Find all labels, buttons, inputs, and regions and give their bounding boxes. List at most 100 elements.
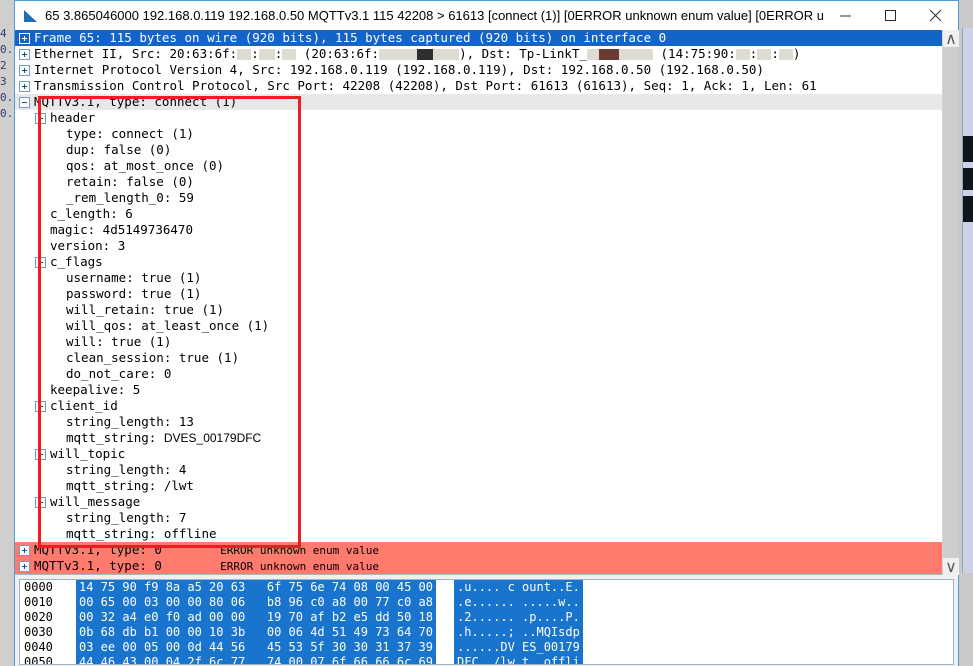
expand-icon[interactable] — [19, 48, 30, 60]
tree-row[interactable]: string_length: 13 — [15, 414, 942, 430]
title-bar[interactable]: 65 3.865046000 192.168.0.119 192.168.0.5… — [15, 1, 958, 31]
hex-gap — [436, 610, 454, 625]
redacted-mac-block — [587, 49, 599, 60]
tree-row-label: type: connect (1) — [66, 126, 194, 141]
collapse-icon[interactable] — [35, 112, 46, 124]
error-row-label: MQTTv3.1, type: 0 — [34, 557, 162, 573]
tree-row-label: retain: false (0) — [66, 174, 194, 189]
tree-row[interactable]: mqtt_string: /lwt — [15, 478, 942, 494]
tree-row[interactable]: type: connect (1) — [15, 126, 942, 142]
scroll-up-arrow-icon[interactable]: ∧ — [943, 30, 959, 48]
hex-ascii: .2...... .p....P. — [454, 610, 583, 625]
tree-row-label: will: true (1) — [66, 334, 172, 349]
tree-row[interactable]: mqtt_string: DVES_00179DFC — [15, 430, 942, 446]
tree-row[interactable]: string_length: 4 — [15, 462, 942, 478]
background-left-gutter: 4 0. 2 3 0. 0. — [0, 27, 12, 120]
scroll-thumb[interactable] — [943, 47, 959, 558]
tree-row[interactable]: c_flags — [15, 254, 942, 270]
tree-row[interactable]: keepalive: 5 — [15, 382, 942, 398]
hex-dump-row[interactable]: 0020 00 32 a4 e0 f0 ad 00 00 19 70 af b2 … — [20, 610, 953, 625]
collapse-icon[interactable] — [35, 496, 46, 508]
scroll-down-arrow-icon[interactable]: ∨ — [943, 558, 959, 576]
tree-row[interactable]: clean_session: true (1) — [15, 350, 942, 366]
collapse-icon[interactable] — [19, 96, 30, 108]
redacted-mac-block — [379, 49, 418, 60]
tree-row[interactable]: password: true (1) — [15, 286, 942, 302]
hex-dump-row[interactable]: 0040 03 ee 00 05 00 0d 44 56 45 53 5f 30 … — [20, 640, 953, 655]
tree-row[interactable]: will_qos: at_least_once (1) — [15, 318, 942, 334]
expand-icon[interactable] — [19, 80, 30, 92]
expand-icon[interactable] — [19, 560, 30, 572]
tree-vertical-scrollbar[interactable]: ∧ ∨ — [942, 30, 959, 576]
tree-row-label: MQTTv3.1, type: 0 ERROR unknown enum valu… — [34, 558, 379, 575]
packet-bytes-pane[interactable]: 0000 14 75 90 f9 8a a5 20 63 6f 75 6e 74 … — [15, 576, 958, 666]
expand-icon[interactable] — [19, 64, 30, 76]
collapse-icon[interactable] — [35, 256, 46, 268]
tree-row[interactable]: will_retain: true (1) — [15, 302, 942, 318]
maximize-button[interactable] — [868, 1, 913, 30]
hex-gap — [436, 655, 454, 664]
hex-offset: 0000 — [24, 580, 53, 594]
collapse-icon[interactable] — [35, 400, 46, 412]
tree-row[interactable]: will_topic — [15, 446, 942, 462]
error-row-label: MQTTv3.1, type: 0 — [34, 541, 162, 557]
hex-bytes: 0b 68 db b1 00 00 10 3b 00 06 4d 51 49 7… — [76, 625, 437, 640]
background-dark-block-1 — [963, 136, 973, 162]
hex-bytes: 14 75 90 f9 8a a5 20 63 6f 75 6e 74 08 0… — [76, 580, 437, 595]
hex-offset: 0020 — [24, 610, 53, 624]
hex-ascii: .h.....; ..MQIsdp — [454, 625, 583, 640]
tree-row[interactable]: header — [15, 110, 942, 126]
hex-dump-row[interactable]: 0030 0b 68 db b1 00 00 10 3b 00 06 4d 51 … — [20, 625, 953, 640]
tree-row-label: mqtt_string: DVES_00179DFC — [66, 430, 262, 445]
tree-row[interactable]: magic: 4d5149736470 — [15, 222, 942, 238]
redacted-mac-block — [258, 49, 275, 60]
tree-row-label: Ethernet II, Src: 20:63:6f::: (20:63:6f:… — [34, 46, 801, 61]
hex-dump-row[interactable]: 0010 00 65 00 03 00 00 80 06 b8 96 c0 a8 … — [20, 595, 953, 610]
packet-detail-tree[interactable]: Frame 65: 115 bytes on wire (920 bits), … — [15, 30, 958, 575]
tree-row-label: mqtt_string: offline — [66, 526, 217, 541]
hex-dump-row[interactable]: 0000 14 75 90 f9 8a a5 20 63 6f 75 6e 74 … — [20, 580, 953, 595]
tree-row[interactable]: dup: false (0) — [15, 142, 942, 158]
tree-row[interactable]: do_not_care: 0 — [15, 366, 942, 382]
tree-row-label: will_retain: true (1) — [66, 302, 225, 317]
tree-row[interactable]: username: true (1) — [15, 270, 942, 286]
tree-row[interactable]: string_length: 7 — [15, 510, 942, 526]
collapse-icon[interactable] — [35, 448, 46, 460]
tree-row[interactable]: client_id — [15, 398, 942, 414]
tree-row-label: string_length: 4 — [66, 462, 187, 477]
tree-row[interactable]: Transmission Control Protocol, Src Port:… — [15, 78, 942, 94]
tree-row[interactable]: Frame 65: 115 bytes on wire (920 bits), … — [15, 30, 942, 46]
tree-row-label: will_qos: at_least_once (1) — [66, 318, 270, 333]
tree-row[interactable]: retain: false (0) — [15, 174, 942, 190]
redacted-mac-block — [619, 49, 653, 60]
tree-row-label: Internet Protocol Version 4, Src: 192.16… — [34, 62, 764, 77]
hex-ascii: .e...... .....w.. — [454, 595, 583, 610]
hex-dump-row[interactable]: 0050 44 46 43 00 04 2f 6c 77 74 00 07 6f … — [20, 655, 953, 664]
tree-row[interactable]: Internet Protocol Version 4, Src: 192.16… — [15, 62, 942, 78]
background-window-right — [959, 0, 973, 666]
tree-row[interactable]: MQTTv3.1, type: 0 ERROR unknown enum valu… — [15, 558, 942, 574]
expand-icon[interactable] — [19, 32, 30, 44]
expand-icon[interactable] — [19, 544, 30, 556]
tree-row-label: mqtt_string: /lwt — [66, 478, 194, 493]
tree-row[interactable]: MQTTv3.1, type: 0 ERROR unknown enum valu… — [15, 542, 942, 558]
close-button[interactable] — [913, 1, 958, 30]
redacted-mac-block — [757, 49, 772, 60]
tree-row[interactable]: will: true (1) — [15, 334, 942, 350]
mqtt-string-value: DVES_00179DFC — [163, 431, 262, 445]
tree-row[interactable]: will_message — [15, 494, 942, 510]
error-message: ERROR unknown enum value — [220, 543, 380, 557]
tree-row[interactable]: Ethernet II, Src: 20:63:6f::: (20:63:6f:… — [15, 46, 942, 62]
tree-row[interactable]: version: 3 — [15, 238, 942, 254]
tree-row[interactable]: qos: at_most_once (0) — [15, 158, 942, 174]
tree-row[interactable]: _rem_length_0: 59 — [15, 190, 942, 206]
tree-row[interactable]: mqtt_string: offline — [15, 526, 942, 542]
tree-row[interactable]: MQTTv3.1, type: connect (1) — [15, 94, 942, 110]
redacted-mac-block — [735, 49, 750, 60]
tree-row-label: dup: false (0) — [66, 142, 172, 157]
tree-row[interactable]: c_length: 6 — [15, 206, 942, 222]
tree-row-label: magic: 4d5149736470 — [50, 222, 193, 237]
background-dark-block-3 — [963, 196, 973, 222]
tree-row-label: do_not_care: 0 — [66, 366, 172, 381]
minimize-button[interactable] — [823, 1, 868, 30]
